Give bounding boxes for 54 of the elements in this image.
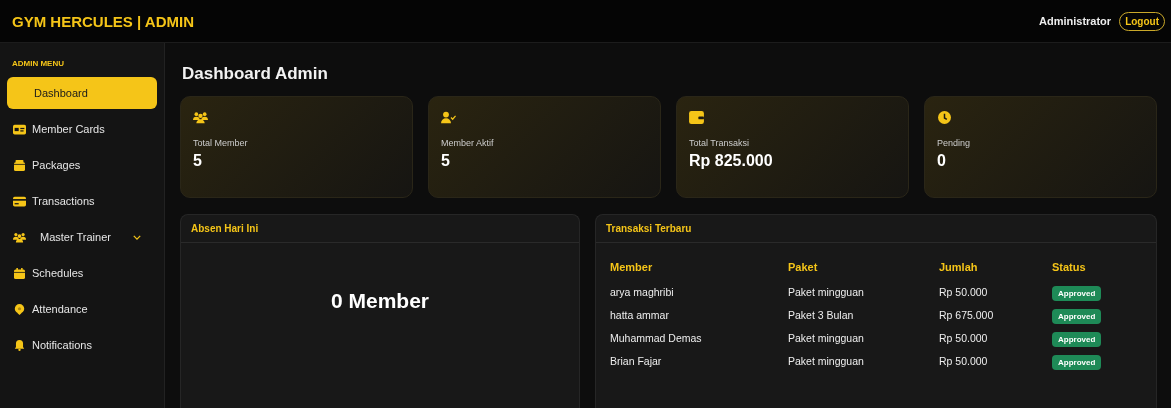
panel-title: Transaksi Terbaru: [606, 223, 692, 234]
stat-value: 0: [937, 152, 946, 170]
wallet-icon: [689, 111, 704, 124]
chevron-icon: [132, 234, 141, 240]
bell-icon: [13, 339, 26, 351]
stat-value: Rp 825.000: [689, 152, 773, 170]
stat-label: Member Aktif: [441, 138, 494, 148]
nav-item[interactable]: Notifications: [7, 327, 157, 363]
credit-card-icon: [13, 195, 26, 207]
table-cell: Rp 50.000: [939, 327, 1052, 350]
page-title: Dashboard Admin: [182, 64, 329, 84]
table-cell: Brian Fajar: [610, 350, 788, 373]
table-cell: Paket mingguan: [788, 327, 939, 350]
status-badge: Approved: [1052, 309, 1102, 324]
table-cell: Muhammad Demas: [610, 327, 788, 350]
table-cell: arya maghribi: [610, 281, 788, 304]
table-cell: Rp 50.000: [939, 350, 1052, 373]
user-name: Administrator: [1039, 15, 1112, 27]
panel-title: Absen Hari Ini: [191, 223, 259, 234]
column-header: Paket: [788, 255, 939, 281]
table-cell: Paket mingguan: [788, 350, 939, 373]
calendar-icon: [13, 267, 26, 279]
nav-item[interactable]: Master Trainer: [7, 219, 157, 255]
column-header: Status: [1052, 260, 1087, 275]
table-cell: Paket mingguan: [788, 281, 939, 304]
nav-item[interactable]: Transactions: [7, 183, 157, 219]
nav-item[interactable]: Attendance: [7, 291, 157, 327]
status-badge: Approved: [1052, 286, 1102, 301]
stat-value: 5: [193, 152, 202, 170]
table-cell: Rp 50.000: [939, 281, 1052, 304]
table-cell: Rp 675.000: [939, 304, 1052, 327]
nav-item[interactable]: Dashboard: [7, 77, 157, 109]
user-check-icon: [441, 111, 456, 124]
nav-item[interactable]: Schedules: [7, 255, 157, 291]
nav-item[interactable]: Packages: [7, 147, 157, 183]
stat-label: Pending: [937, 138, 971, 148]
users-icon: [193, 111, 208, 124]
column-header: Jumlah: [939, 255, 1052, 281]
table-cell: hatta ammar: [610, 304, 788, 327]
menu-heading: ADMIN MENU: [12, 59, 65, 68]
users-icon: [13, 231, 26, 243]
package-icon: [13, 159, 26, 171]
table-cell: Paket 3 Bulan: [788, 304, 939, 327]
clock-icon: [937, 111, 952, 124]
nav-item[interactable]: Member Cards: [7, 111, 157, 147]
stat-value: 5: [441, 152, 450, 170]
id-card-icon: [13, 123, 26, 135]
brand-title: GYM HERCULES | ADMIN: [12, 12, 194, 30]
stat-label: Total Member: [193, 138, 248, 148]
column-header: Member: [610, 255, 788, 281]
stat-label: Total Transaksi: [689, 138, 750, 148]
attendance-count: 0 Member: [330, 288, 429, 313]
status-badge: Approved: [1052, 355, 1102, 370]
status-badge: Approved: [1052, 332, 1102, 347]
